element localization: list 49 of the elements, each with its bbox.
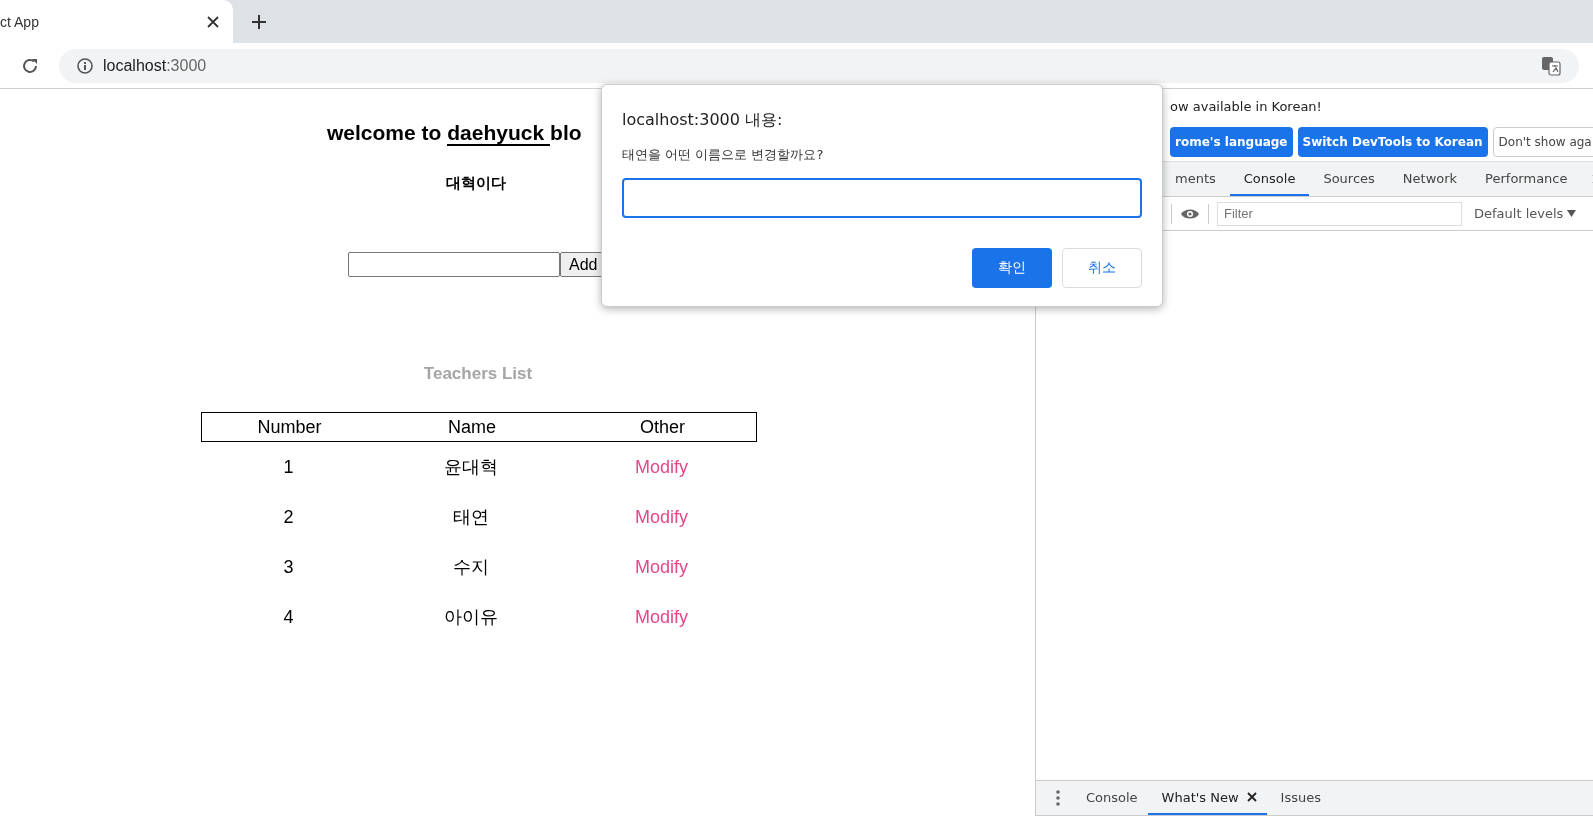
name-input[interactable]: [348, 252, 560, 277]
address-bar[interactable]: localhost:3000: [59, 48, 1579, 83]
devtools-tab[interactable]: ments: [1161, 162, 1230, 196]
url-text: localhost:3000: [103, 56, 208, 75]
table-cell-text: 수지: [453, 556, 489, 579]
modify-link[interactable]: Modify: [635, 606, 688, 627]
table-cell: 1: [283, 456, 294, 478]
levels-dropdown[interactable]: Default levels: [1474, 206, 1577, 221]
drawer-tab[interactable]: Issues: [1266, 781, 1331, 815]
devtools-tab[interactable]: Sources: [1309, 162, 1389, 196]
modify-link[interactable]: Modify: [635, 456, 688, 477]
dialog-button[interactable]: 취소: [1062, 248, 1142, 288]
close-icon[interactable]: [207, 15, 219, 28]
blog-link[interactable]: daehyuck: [447, 121, 551, 146]
caret-icon: [1567, 210, 1577, 217]
close-icon[interactable]: [1246, 792, 1257, 802]
new-tab-icon[interactable]: [251, 13, 267, 30]
devtools-tab[interactable]: Network: [1388, 162, 1472, 196]
prompt-input[interactable]: [622, 178, 1142, 218]
drawer-tab[interactable]: What's New: [1147, 781, 1267, 815]
infobar-button[interactable]: Don't show aga: [1492, 127, 1593, 157]
filter-field[interactable]: Filter: [1217, 201, 1462, 226]
table-cell-text: 윤대혁: [444, 456, 498, 479]
infobar-button[interactable]: Switch DevTools to Korean: [1297, 127, 1488, 157]
info-icon[interactable]: [77, 57, 93, 74]
infobar-message: ow available in Korean!: [1170, 98, 1323, 116]
devtools-tab[interactable]: Console: [1229, 162, 1310, 196]
subtitle-text: 대혁이다: [446, 174, 507, 193]
infobar-button[interactable]: rome's language: [1170, 127, 1293, 157]
dialog-title: localhost:3000 내용:: [622, 110, 784, 131]
browser-tab[interactable]: ct App: [0, 0, 233, 43]
dialog-button[interactable]: 확인: [972, 248, 1052, 288]
reload-icon[interactable]: [21, 56, 39, 75]
table-cell: 4: [283, 606, 294, 628]
devtools-tab[interactable]: Performance: [1471, 162, 1582, 196]
drawer-tab[interactable]: Console: [1072, 781, 1148, 815]
column-header: Other: [640, 416, 685, 438]
translate-icon[interactable]: [1541, 55, 1561, 76]
table-cell: 2: [283, 506, 294, 528]
kebab-menu-icon[interactable]: [1056, 790, 1060, 806]
modify-link[interactable]: Modify: [635, 506, 688, 527]
table-cell-text: 태연: [453, 506, 489, 529]
table-cell-text: 아이유: [444, 606, 498, 629]
column-header: Number: [257, 416, 322, 438]
list-title: Teachers List: [422, 364, 534, 384]
dialog-message: 태연을 어떤 이름으로 변경할까요?: [622, 146, 825, 164]
table-cell: 3: [283, 556, 294, 578]
modify-link[interactable]: Modify: [635, 556, 688, 577]
column-header: Name: [448, 416, 496, 438]
